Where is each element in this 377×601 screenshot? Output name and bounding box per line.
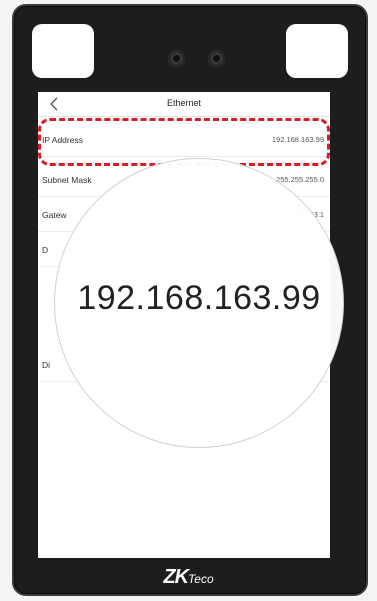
subnet-mask-value: 255.255.255.0 [276,175,324,184]
dns-label: D [42,245,49,255]
magnified-ip-text: 192.168.163.99 [77,279,321,317]
camera-icon [168,50,185,67]
brand-logo-primary: ZK [163,566,189,588]
subnet-mask-label: Subnet Mask [42,175,92,185]
sensor-window-left [32,24,94,78]
brand-logo-secondary: Teco [188,572,214,586]
dhcp-label: Di [42,360,51,370]
magnifier-callout: 192.168.163.99 [54,158,344,448]
title-bar: Ethernet [38,92,330,117]
sensor-window-right [286,24,348,78]
brand-logo: ZKTeco [0,566,377,589]
camera-icon [208,50,225,67]
gateway-label: Gatew [42,210,67,220]
page-title: Ethernet [166,98,202,108]
